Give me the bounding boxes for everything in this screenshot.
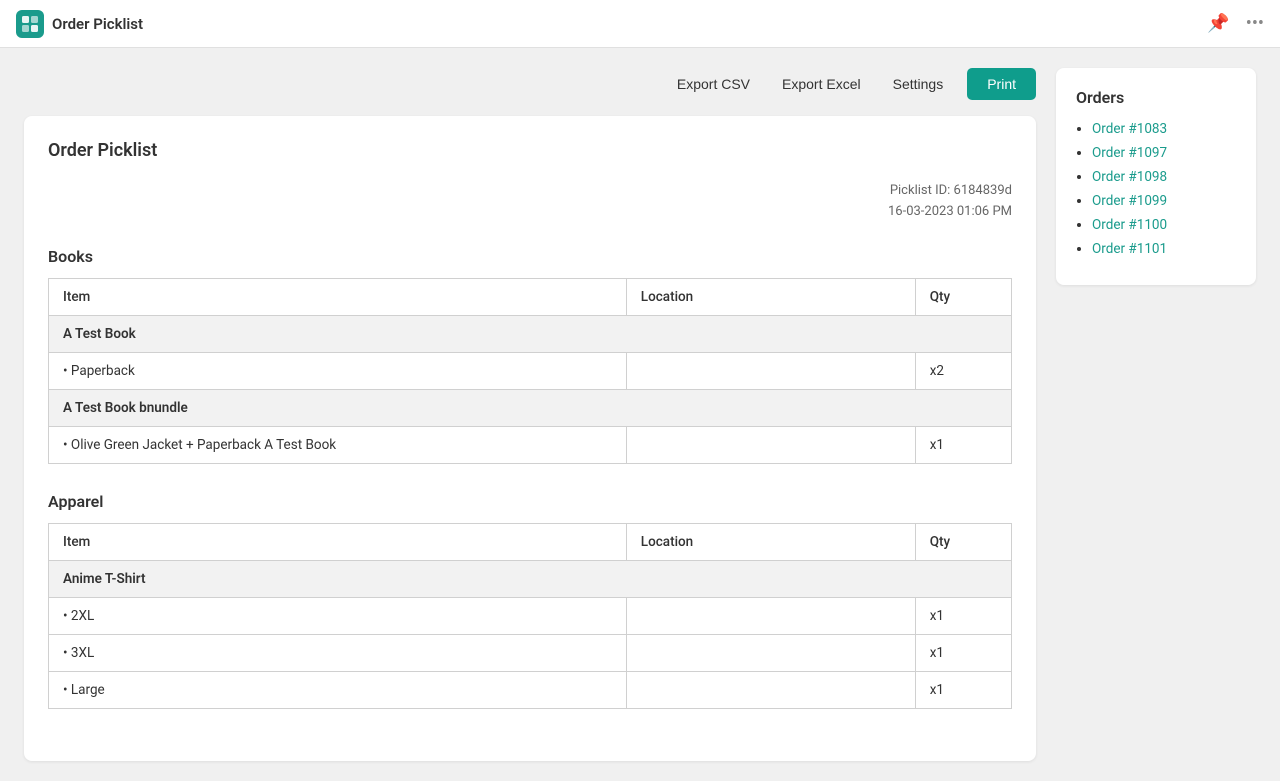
app-title: Order Picklist [52,15,143,33]
order-link[interactable]: Order #1083 [1092,121,1167,137]
list-item: Order #1101 [1092,241,1236,257]
picklist-id: Picklist ID: 6184839d [48,181,1012,202]
more-icon[interactable]: ••• [1246,13,1264,34]
content-card: Order Picklist Picklist ID: 6184839d 16-… [24,116,1036,761]
item-desc: • Paperback [49,352,627,389]
sidebar-title: Orders [1076,88,1236,107]
apparel-col-location: Location [626,523,915,560]
top-bar: Order Picklist 📌 ••• [0,0,1280,48]
item-qty: x1 [915,671,1011,708]
list-item: Order #1099 [1092,193,1236,209]
item-location [626,426,915,463]
table-row: • Large x1 [49,671,1012,708]
item-desc: • 2XL [49,597,627,634]
list-item: Order #1097 [1092,145,1236,161]
logo-icon [16,10,44,38]
list-item: Order #1100 [1092,217,1236,233]
apparel-table: Item Location Qty Anime T-Shirt • 2XL x1 [48,523,1012,709]
item-desc: • Large [49,671,627,708]
app-logo: Order Picklist [16,10,143,38]
item-qty: x1 [915,597,1011,634]
books-col-location: Location [626,278,915,315]
pin-icon[interactable]: 📌 [1207,13,1229,34]
group-name: A Test Book [49,315,1012,352]
table-row: • 3XL x1 [49,634,1012,671]
table-row: A Test Book bnundle [49,389,1012,426]
list-item: Order #1083 [1092,121,1236,137]
apparel-col-qty: Qty [915,523,1011,560]
table-row: • 2XL x1 [49,597,1012,634]
table-row: Anime T-Shirt [49,560,1012,597]
print-button[interactable]: Print [967,68,1036,100]
order-link[interactable]: Order #1101 [1092,241,1167,257]
order-link[interactable]: Order #1099 [1092,193,1167,209]
item-desc: • 3XL [49,634,627,671]
order-link[interactable]: Order #1097 [1092,145,1167,161]
item-qty: x1 [915,634,1011,671]
picklist-date: 16-03-2023 01:06 PM [48,202,1012,223]
group-name: A Test Book bnundle [49,389,1012,426]
item-qty: x1 [915,426,1011,463]
item-location [626,352,915,389]
table-row: • Olive Green Jacket + Paperback A Test … [49,426,1012,463]
content-wrapper: Export CSV Export Excel Settings Print O… [24,68,1036,761]
section-title-apparel: Apparel [48,492,1012,511]
toolbar: Export CSV Export Excel Settings Print [24,68,1036,100]
table-row: • Paperback x2 [49,352,1012,389]
orders-sidebar: Orders Order #1083 Order #1097 Order #10… [1056,68,1256,285]
group-name: Anime T-Shirt [49,560,1012,597]
item-qty: x2 [915,352,1011,389]
order-link[interactable]: Order #1100 [1092,217,1167,233]
export-csv-button[interactable]: Export CSV [669,72,758,96]
settings-button[interactable]: Settings [885,72,952,96]
books-col-item: Item [49,278,627,315]
item-location [626,671,915,708]
export-excel-button[interactable]: Export Excel [774,72,869,96]
apparel-col-item: Item [49,523,627,560]
item-location [626,597,915,634]
orders-list: Order #1083 Order #1097 Order #1098 Orde… [1076,121,1236,257]
books-col-qty: Qty [915,278,1011,315]
picklist-header: Picklist ID: 6184839d 16-03-2023 01:06 P… [48,181,1012,223]
order-link[interactable]: Order #1098 [1092,169,1167,185]
page-title: Order Picklist [48,140,1012,161]
item-desc: • Olive Green Jacket + Paperback A Test … [49,426,627,463]
section-title-books: Books [48,247,1012,266]
books-table: Item Location Qty A Test Book • Paperbac… [48,278,1012,464]
main-container: Export CSV Export Excel Settings Print O… [0,48,1280,781]
list-item: Order #1098 [1092,169,1236,185]
table-row: A Test Book [49,315,1012,352]
top-bar-actions: 📌 ••• [1207,13,1264,34]
item-location [626,634,915,671]
